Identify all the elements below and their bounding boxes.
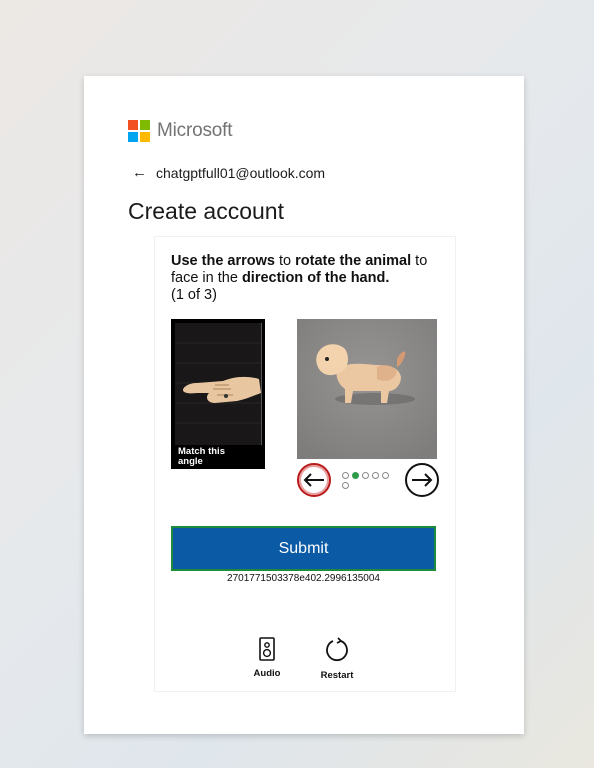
logo-square — [140, 132, 150, 142]
restart-button[interactable]: Restart — [305, 637, 369, 681]
position-dot — [362, 472, 369, 479]
instruction-part-1: Use the arrows — [171, 253, 275, 269]
audio-label: Audio — [253, 668, 281, 679]
logo-square — [128, 132, 138, 142]
logo-square — [128, 120, 138, 130]
arrow-right-icon — [412, 473, 433, 487]
reference-caption-line-2: angle — [178, 456, 203, 467]
captcha-challenge: Use the arrows to rotate the animal to f… — [154, 236, 456, 692]
instruction-progress: (1 of 3) — [171, 287, 217, 303]
captcha-instruction: Use the arrows to rotate the animal to f… — [171, 253, 446, 304]
pointing-hand-image — [175, 323, 262, 445]
signup-card: Microsoft ← chatgptfull01@outlook.com Cr… — [84, 76, 524, 734]
brand-name: Microsoft — [157, 120, 233, 141]
position-dot — [372, 472, 379, 479]
arrow-left-icon — [303, 473, 324, 487]
reference-hand-panel: Match this angle — [171, 319, 265, 469]
rotate-left-button[interactable] — [297, 463, 331, 497]
microsoft-logo-icon — [128, 120, 150, 142]
account-email: chatgptfull01@outlook.com — [156, 164, 326, 181]
position-dot — [342, 472, 349, 479]
position-dot — [342, 482, 349, 489]
audio-challenge-button[interactable]: Audio — [247, 637, 287, 679]
arrow-left-icon[interactable]: ← — [132, 164, 147, 181]
restart-label: Restart — [320, 670, 354, 681]
speaker-icon — [259, 637, 275, 661]
session-id: 2701771503378e402.2996135004 — [227, 573, 380, 584]
restart-icon — [326, 637, 348, 661]
submit-button[interactable]: Submit — [171, 526, 436, 571]
rotation-controls — [297, 461, 439, 501]
reference-caption: Match this angle — [178, 447, 225, 467]
account-row: ← chatgptfull01@outlook.com — [132, 164, 325, 181]
microsoft-logo: Microsoft — [128, 120, 232, 142]
position-dot — [382, 472, 389, 479]
rotatable-animal-image — [297, 319, 437, 459]
rotation-position-indicator — [342, 472, 394, 492]
instruction-part-3: rotate the animal — [295, 253, 412, 269]
page-title: Create account — [128, 198, 284, 224]
position-dot-active — [352, 472, 359, 479]
instruction-part-2: to — [274, 253, 296, 269]
instruction-part-5: direction of the hand. — [241, 270, 390, 286]
rotate-right-button[interactable] — [405, 463, 439, 497]
logo-square — [140, 120, 150, 130]
